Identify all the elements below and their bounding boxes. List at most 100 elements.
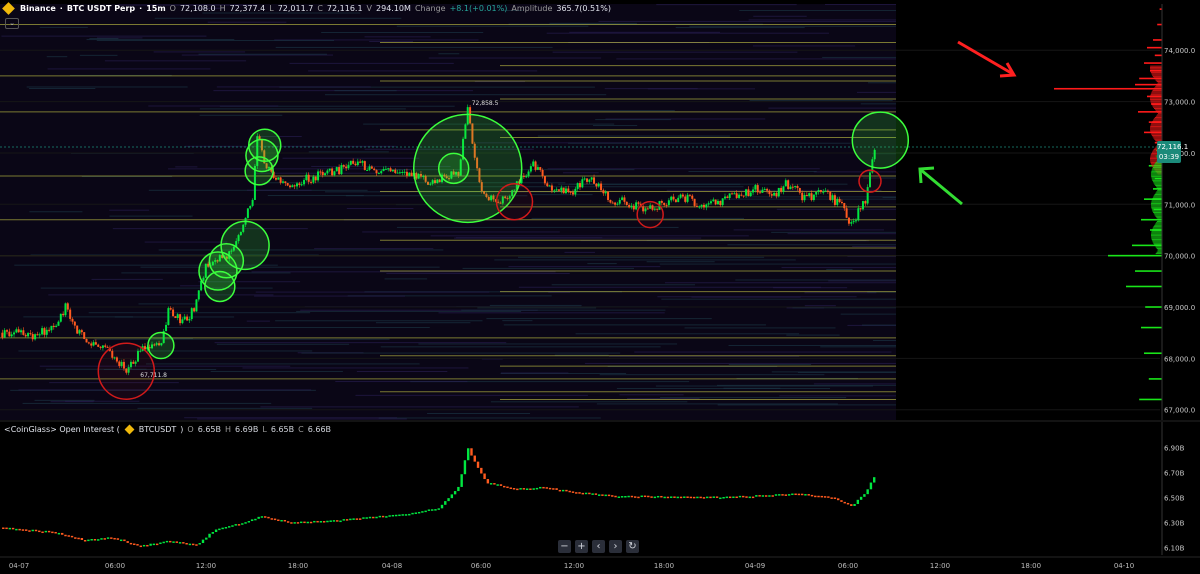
heatmap-cell	[364, 36, 431, 38]
candle-body	[328, 168, 331, 171]
candle-body	[756, 185, 759, 193]
oi-candle	[529, 488, 532, 490]
oi-candle	[702, 497, 706, 499]
candle-body	[583, 178, 586, 180]
candle-body	[71, 318, 74, 322]
bid-bar	[1156, 187, 1162, 189]
candle-body	[733, 193, 736, 195]
candle-body	[810, 193, 813, 201]
oi-candle	[70, 535, 74, 538]
oi-candle	[496, 484, 499, 486]
reset-chart-button[interactable]: ↻	[626, 540, 639, 553]
oi-candle	[362, 517, 365, 519]
bid-bar	[1152, 168, 1162, 170]
amplitude-value: 365.7(0.51%)	[556, 4, 611, 13]
ask-bar	[1155, 79, 1162, 81]
ask-bar	[1152, 75, 1162, 77]
oi-candle	[394, 514, 398, 517]
oi-candle	[273, 518, 277, 521]
oi-candle	[316, 520, 319, 523]
heatmap-cell	[29, 87, 96, 89]
candle-body	[543, 175, 546, 184]
heatmap-cell	[216, 343, 350, 345]
symbol-name[interactable]: BTC USDT Perp	[67, 4, 135, 13]
bid-bar	[1144, 352, 1162, 355]
bid-bar	[1153, 182, 1162, 184]
ask-bar	[1153, 118, 1162, 120]
bid-bar	[1151, 199, 1162, 201]
oi-candle	[817, 495, 820, 498]
collapse-legend-button[interactable]: ⌄	[5, 18, 19, 29]
heatmap-cell	[552, 51, 798, 53]
heatmap-cell	[604, 88, 698, 90]
open-value: 72,108.0	[179, 4, 216, 13]
scroll-left-button[interactable]: ‹	[592, 540, 605, 553]
close-value: 72,116.1	[326, 4, 363, 13]
oi-candle	[169, 540, 172, 543]
bid-bar	[1152, 241, 1162, 243]
heatmap-cell	[661, 298, 896, 300]
zoom-out-button[interactable]: −	[558, 540, 571, 553]
ask-bar	[1153, 88, 1162, 90]
ask-bar	[1153, 77, 1162, 79]
candle-body	[541, 169, 544, 176]
low-price-marker: 67,711.8	[140, 372, 167, 379]
bid-bar	[1157, 219, 1162, 221]
oi-tick-label: 6.50B	[1164, 495, 1185, 503]
interval-label[interactable]: 15m	[146, 4, 165, 13]
oi-candle	[548, 487, 552, 490]
heatmap-cell	[655, 385, 874, 387]
heatmap-cell	[873, 339, 896, 341]
oi-candle	[565, 489, 568, 492]
ask-bar	[1150, 101, 1162, 103]
heatmap-cell	[210, 370, 343, 372]
candle-body	[312, 176, 315, 183]
candle-body	[674, 199, 677, 203]
heatmap-cell	[386, 273, 570, 275]
oi-candle	[267, 516, 270, 519]
candle-body	[352, 160, 355, 164]
candle-body	[57, 321, 60, 326]
oi-candle	[614, 495, 617, 498]
oi-candle	[620, 496, 624, 498]
heatmap-cell	[148, 105, 279, 107]
heatmap-cell	[826, 268, 853, 270]
oi-candle	[430, 509, 434, 511]
oi-candle	[277, 519, 280, 522]
candle-body	[197, 290, 200, 300]
candle-body	[17, 329, 20, 333]
candle-body	[403, 171, 406, 173]
oi-candle	[470, 448, 473, 456]
oi-candle	[489, 483, 493, 485]
heatmap-cell	[461, 309, 666, 311]
candle-body	[251, 199, 254, 206]
oi-candle	[670, 496, 673, 498]
bid-bar	[1154, 183, 1162, 185]
oi-candle	[67, 535, 70, 537]
sell-bubble	[636, 200, 664, 229]
bid-bar	[1151, 178, 1162, 180]
scroll-right-button[interactable]: ›	[609, 540, 622, 553]
heatmap-cell	[728, 364, 812, 366]
oi-indicator-name[interactable]: <CoinGlass> Open Interest (	[4, 425, 120, 434]
oi-candle	[588, 492, 591, 495]
oi-candle	[539, 486, 542, 489]
zoom-in-button[interactable]: +	[575, 540, 588, 553]
bid-bar	[1157, 188, 1162, 190]
candle-body	[190, 308, 193, 320]
main-legend: Binance · BTC USDT Perp · 15m O 72,108.0…	[2, 2, 611, 15]
candle-body	[702, 204, 705, 208]
candle-body	[87, 342, 90, 344]
chart-canvas[interactable]: 74,000.073,000.072,000.071,000.070,000.0…	[0, 0, 1200, 574]
candle-body	[69, 309, 72, 319]
oi-candle	[873, 477, 876, 483]
oi-candle	[460, 474, 463, 487]
oi-candle	[627, 495, 630, 498]
bid-bar	[1154, 214, 1162, 216]
oi-candle	[850, 504, 853, 506]
oi-candle	[339, 520, 342, 523]
heatmap-cell	[804, 292, 877, 294]
bid-bar	[1152, 227, 1162, 229]
candle-body	[3, 330, 6, 338]
ask-bar	[1154, 78, 1162, 80]
